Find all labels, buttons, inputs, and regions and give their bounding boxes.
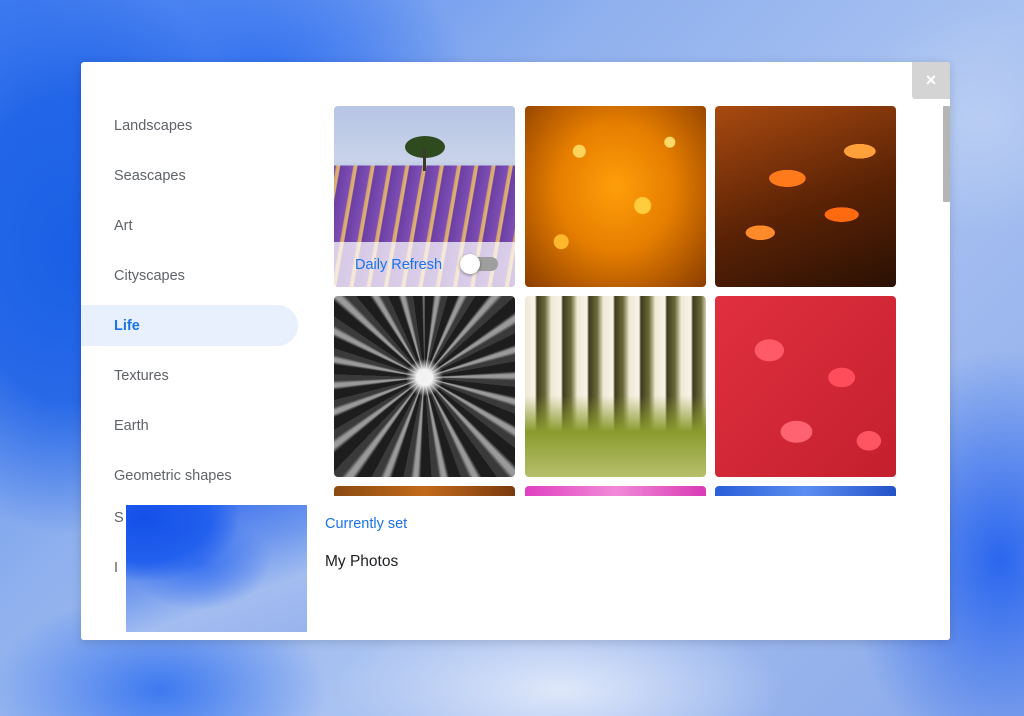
daily-refresh-label: Daily Refresh bbox=[355, 256, 443, 273]
wallpaper-tile-autumn-leaves[interactable] bbox=[715, 106, 896, 287]
sidebar-item-partial: I bbox=[114, 560, 119, 576]
sidebar-item-life[interactable]: Life bbox=[81, 305, 298, 346]
wallpaper-tile-partial[interactable] bbox=[334, 486, 515, 496]
sidebar-item-seascapes[interactable]: Seascapes bbox=[81, 155, 298, 196]
wallpaper-tile-forest[interactable] bbox=[525, 296, 706, 477]
wallpaper-dialog: × Landscapes Seascapes Art Cityscapes Li… bbox=[81, 62, 950, 640]
sidebar-item-label: Landscapes bbox=[114, 117, 193, 134]
category-sidebar: Landscapes Seascapes Art Cityscapes Life… bbox=[81, 105, 298, 505]
grid-scrollbar[interactable] bbox=[943, 106, 950, 202]
sidebar-item-cityscapes[interactable]: Cityscapes bbox=[81, 255, 298, 296]
sidebar-item-label: Earth bbox=[114, 417, 149, 434]
sidebar-item-label: Art bbox=[114, 217, 133, 234]
close-button[interactable]: × bbox=[912, 62, 950, 99]
sidebar-item-textures[interactable]: Textures bbox=[81, 355, 298, 396]
wallpaper-tile-lavender[interactable]: Daily Refresh bbox=[334, 106, 515, 287]
sidebar-item-partial: S bbox=[114, 510, 124, 526]
sidebar-item-label: Geometric shapes bbox=[114, 467, 232, 484]
current-wallpaper-thumbnail bbox=[126, 505, 307, 632]
sidebar-item-label: Seascapes bbox=[114, 167, 186, 184]
daily-refresh-bar: Daily Refresh bbox=[334, 242, 515, 287]
sidebar-item-art[interactable]: Art bbox=[81, 205, 298, 246]
sidebar-item-label: Life bbox=[114, 317, 140, 334]
sidebar-item-landscapes[interactable]: Landscapes bbox=[81, 105, 298, 146]
wallpaper-tile-orange-bokeh[interactable] bbox=[525, 106, 706, 287]
close-icon: × bbox=[925, 70, 937, 90]
tree-trunk-graphic bbox=[423, 149, 426, 171]
toggle-knob bbox=[460, 254, 480, 274]
wallpaper-tile-partial[interactable] bbox=[715, 486, 896, 496]
wallpaper-tile-rose-petals[interactable] bbox=[715, 296, 896, 477]
current-wallpaper-panel: S I Currently set My Photos bbox=[81, 499, 950, 640]
sidebar-item-label: Textures bbox=[114, 367, 169, 384]
wallpaper-tile-agave[interactable] bbox=[334, 296, 515, 477]
sidebar-item-geometric-shapes[interactable]: Geometric shapes bbox=[81, 455, 298, 496]
daily-refresh-toggle[interactable] bbox=[460, 254, 498, 274]
currently-set-label: Currently set bbox=[325, 516, 408, 532]
sidebar-item-label: Cityscapes bbox=[114, 267, 185, 284]
sidebar-item-earth[interactable]: Earth bbox=[81, 405, 298, 446]
wallpaper-grid: Daily Refresh bbox=[334, 106, 897, 496]
currently-set-value: My Photos bbox=[325, 553, 399, 570]
wallpaper-tile-partial[interactable] bbox=[525, 486, 706, 496]
